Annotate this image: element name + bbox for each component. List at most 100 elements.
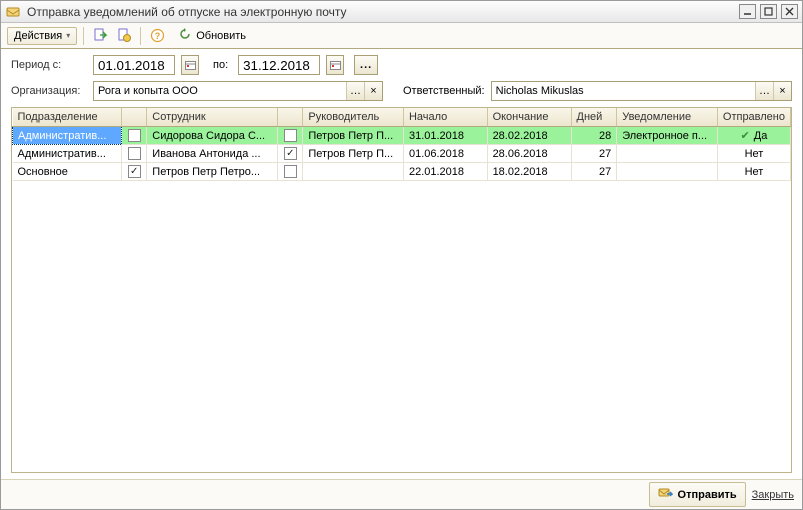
sent-text: Нет xyxy=(745,148,764,160)
period-to-label: по: xyxy=(213,59,228,71)
org-clear-button[interactable]: × xyxy=(364,82,382,100)
org-label: Организация: xyxy=(11,85,87,97)
app-icon xyxy=(5,4,21,20)
cell-sent[interactable]: Нет xyxy=(717,145,790,163)
cell-manager[interactable]: Петров Петр П... xyxy=(303,127,404,145)
col-sent[interactable]: Отправлено xyxy=(717,108,790,127)
cell-dept[interactable]: Административ... xyxy=(13,145,122,163)
period-from-input[interactable] xyxy=(93,55,175,75)
cell-chk1[interactable] xyxy=(122,127,147,145)
col-notif[interactable]: Уведомление xyxy=(617,108,718,127)
org-input[interactable] xyxy=(94,82,346,100)
org-select-button[interactable]: … xyxy=(346,82,364,100)
cell-employee[interactable]: Сидорова Сидора С... xyxy=(147,127,278,145)
sent-text: Нет xyxy=(745,166,764,178)
grid-container: Подразделение Сотрудник Руководитель Нач… xyxy=(11,107,792,473)
cell-employee[interactable]: Иванова Антонида ... xyxy=(147,145,278,163)
cell-start[interactable]: 31.01.2018 xyxy=(403,127,487,145)
responsible-combo[interactable]: … × xyxy=(491,81,792,101)
grid-header-row: Подразделение Сотрудник Руководитель Нач… xyxy=(13,108,791,127)
close-link[interactable]: Закрыть xyxy=(752,489,794,501)
grid-empty-area[interactable] xyxy=(12,181,791,472)
period-to-input[interactable] xyxy=(238,55,320,75)
cell-chk1[interactable] xyxy=(122,163,147,181)
period-row: Период с: по: ... xyxy=(11,55,792,75)
cell-manager[interactable]: Петров Петр П... xyxy=(303,145,404,163)
toolbar-separator xyxy=(83,27,84,45)
cell-sent[interactable]: Нет xyxy=(717,163,790,181)
chevron-down-icon: ▾ xyxy=(66,31,70,40)
run-report-icon[interactable] xyxy=(90,26,110,46)
cell-manager[interactable] xyxy=(303,163,404,181)
table-row[interactable]: Административ... Сидорова Сидора С... Петр… xyxy=(13,127,791,145)
col-days[interactable]: Дней xyxy=(571,108,617,127)
app-window: Отправка уведомлений об отпуске на элект… xyxy=(0,0,803,510)
col-end[interactable]: Окончание xyxy=(487,108,571,127)
actions-label: Действия xyxy=(14,30,62,42)
cell-chk2[interactable] xyxy=(278,127,303,145)
maximize-button[interactable] xyxy=(760,4,777,19)
col-start[interactable]: Начало xyxy=(403,108,487,127)
refresh-label: Обновить xyxy=(196,30,246,42)
cell-notif[interactable] xyxy=(617,163,718,181)
cell-start[interactable]: 01.06.2018 xyxy=(403,145,487,163)
actions-menu-button[interactable]: Действия ▾ xyxy=(7,27,77,45)
checkbox[interactable] xyxy=(284,147,297,160)
responsible-select-button[interactable]: … xyxy=(755,82,773,100)
filter-area: Период с: по: ... Организация: … × Ответ… xyxy=(1,49,802,107)
cell-start[interactable]: 22.01.2018 xyxy=(403,163,487,181)
table-row[interactable]: Административ... Иванова Антонида ... Петр… xyxy=(13,145,791,163)
footer: Отправить Закрыть xyxy=(1,479,802,509)
org-combo[interactable]: … × xyxy=(93,81,383,101)
cell-sent[interactable]: ✔ Да xyxy=(717,127,790,145)
responsible-input[interactable] xyxy=(492,82,755,100)
cell-days[interactable]: 27 xyxy=(571,145,617,163)
table-row[interactable]: Основное Петров Петр Петро... 22.01.201818… xyxy=(13,163,791,181)
settings-report-icon[interactable] xyxy=(114,26,134,46)
cell-days[interactable]: 28 xyxy=(571,127,617,145)
period-from-label: Период с: xyxy=(11,59,87,71)
period-picker-button[interactable]: ... xyxy=(354,55,378,75)
send-icon xyxy=(658,486,673,503)
cell-end[interactable]: 18.02.2018 xyxy=(487,163,571,181)
calendar-icon[interactable] xyxy=(326,55,344,75)
cell-end[interactable]: 28.06.2018 xyxy=(487,145,571,163)
grid[interactable]: Подразделение Сотрудник Руководитель Нач… xyxy=(12,108,791,181)
responsible-clear-button[interactable]: × xyxy=(773,82,791,100)
window-controls xyxy=(739,4,798,19)
minimize-button[interactable] xyxy=(739,4,756,19)
responsible-label: Ответственный: xyxy=(403,85,485,97)
cell-chk2[interactable] xyxy=(278,163,303,181)
checkbox[interactable] xyxy=(284,165,297,178)
svg-text:?: ? xyxy=(154,31,160,41)
checkbox[interactable] xyxy=(128,129,141,142)
col-chk2[interactable] xyxy=(278,108,303,127)
cell-end[interactable]: 28.02.2018 xyxy=(487,127,571,145)
checkbox[interactable] xyxy=(284,129,297,142)
col-dept[interactable]: Подразделение xyxy=(13,108,122,127)
send-button[interactable]: Отправить xyxy=(649,482,746,507)
main-area: Подразделение Сотрудник Руководитель Нач… xyxy=(1,107,802,479)
cell-dept[interactable]: Основное xyxy=(13,163,122,181)
col-employee[interactable]: Сотрудник xyxy=(147,108,278,127)
org-row: Организация: … × Ответственный: … × xyxy=(11,81,792,101)
check-icon: ✔ xyxy=(741,129,750,142)
sent-text: Да xyxy=(754,130,768,142)
cell-chk1[interactable] xyxy=(122,145,147,163)
calendar-icon[interactable] xyxy=(181,55,199,75)
checkbox[interactable] xyxy=(128,147,141,160)
titlebar: Отправка уведомлений об отпуске на элект… xyxy=(1,1,802,23)
cell-days[interactable]: 27 xyxy=(571,163,617,181)
cell-notif[interactable]: Электронное п... xyxy=(617,127,718,145)
cell-chk2[interactable] xyxy=(278,145,303,163)
cell-dept[interactable]: Административ... xyxy=(13,127,122,145)
help-icon[interactable]: ? xyxy=(147,26,167,46)
close-button[interactable] xyxy=(781,4,798,19)
col-manager[interactable]: Руководитель xyxy=(303,108,404,127)
cell-notif[interactable] xyxy=(617,145,718,163)
refresh-button[interactable]: Обновить xyxy=(171,24,253,47)
cell-employee[interactable]: Петров Петр Петро... xyxy=(147,163,278,181)
checkbox[interactable] xyxy=(128,165,141,178)
col-chk1[interactable] xyxy=(122,108,147,127)
toolbar-separator xyxy=(140,27,141,45)
